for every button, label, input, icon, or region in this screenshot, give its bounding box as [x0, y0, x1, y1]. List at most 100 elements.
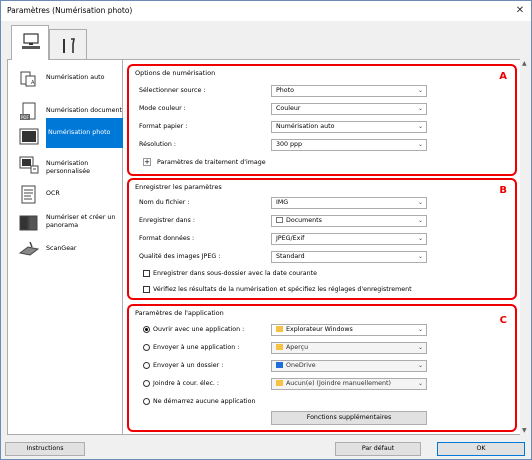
paper-size-select[interactable]: Numérisation auto ⌄	[271, 121, 427, 133]
source-value: Photo	[276, 87, 294, 94]
scangear-icon	[18, 241, 40, 256]
sidebar-item-ocr[interactable]: OCR	[12, 180, 122, 210]
data-format-value: JPEG/Exif	[276, 235, 305, 242]
attach-email-label: Joindre à cour. élec. :	[153, 380, 220, 387]
jpeg-quality-value: Standard	[276, 253, 305, 260]
svg-text:A: A	[31, 80, 35, 86]
save-in-select[interactable]: Documents ⌄	[271, 215, 427, 227]
chevron-down-icon: ⌄	[417, 87, 423, 94]
default-button[interactable]: Par défaut	[335, 442, 421, 456]
color-mode-label: Mode couleur :	[139, 105, 186, 112]
send-to-app-radio[interactable]	[143, 344, 150, 351]
scan-options-section: Options de numérisation A Sélectionner s…	[127, 64, 517, 176]
image-processing-settings-label[interactable]: Paramètres de traitement d'image	[157, 159, 266, 166]
file-name-label: Nom du fichier :	[139, 199, 190, 206]
preview-icon	[276, 344, 283, 350]
color-mode-select[interactable]: Couleur ⌄	[271, 103, 427, 115]
sidebar-item-label: Numérisation personnalisée	[46, 160, 90, 175]
tab-general-settings[interactable]	[49, 29, 87, 59]
section-badge: C	[499, 315, 507, 326]
documents-folder-icon	[276, 217, 283, 223]
chevron-down-icon: ⌄	[417, 123, 423, 130]
sidebar-item-custom-scan[interactable]: Numérisation personnalisée	[12, 150, 122, 180]
subfolder-checkbox[interactable]	[143, 270, 150, 277]
sidebar-item-scangear[interactable]: ScanGear	[12, 235, 122, 265]
send-to-app-value: Aperçu	[286, 344, 309, 351]
chevron-down-icon: ⌄	[417, 217, 423, 224]
mail-icon	[276, 380, 283, 386]
chevron-down-icon: ⌄	[417, 105, 423, 112]
chevron-down-icon: ⌄	[417, 380, 423, 387]
source-label: Sélectionner source :	[139, 87, 206, 94]
chevron-down-icon: ⌄	[417, 253, 423, 260]
application-settings-section: Paramètres de l'application C Ouvrir ave…	[127, 304, 517, 432]
chevron-down-icon: ⌄	[417, 362, 423, 369]
save-in-value: Documents	[286, 217, 322, 224]
settings-window: Paramètres (Numérisation photo) ✕ A Numé…	[0, 0, 532, 460]
photo-icon	[19, 128, 39, 145]
open-with-app-radio[interactable]	[143, 326, 150, 333]
send-to-folder-radio[interactable]	[143, 362, 150, 369]
source-select[interactable]: Photo ⌄	[271, 85, 427, 97]
attach-email-select[interactable]: Aucun(e) (Joindre manuellement) ⌄	[271, 378, 427, 390]
section-title: Options de numérisation	[135, 69, 216, 77]
panorama-icon	[19, 215, 38, 231]
ok-button[interactable]: OK	[437, 442, 525, 456]
title-bar: Paramètres (Numérisation photo) ✕	[1, 1, 531, 21]
tab-scan-settings[interactable]	[11, 25, 49, 60]
sidebar-item-label: Numérisation photo	[46, 118, 130, 148]
chevron-down-icon: ⌄	[417, 235, 423, 242]
scan-mode-list: A Numérisation auto PDF Numérisation doc…	[7, 59, 130, 435]
scroll-down-icon[interactable]: ▼	[522, 427, 527, 434]
attach-email-value: Aucun(e) (Joindre manuellement)	[286, 380, 391, 387]
custom-scan-icon	[19, 156, 39, 174]
save-settings-section: Enregistrer les paramètres B Nom du fich…	[127, 178, 517, 300]
tools-icon	[63, 38, 75, 53]
send-to-app-label: Envoyer à une application :	[153, 344, 240, 351]
send-to-folder-value: OneDrive	[286, 362, 316, 369]
data-format-select[interactable]: JPEG/Exif ⌄	[271, 233, 427, 245]
sidebar-item-label: ScanGear	[46, 245, 77, 252]
file-name-select[interactable]: IMG ⌄	[271, 197, 427, 209]
onedrive-icon	[276, 362, 283, 368]
section-title: Paramètres de l'application	[135, 309, 224, 317]
chevron-down-icon: ⌄	[417, 344, 423, 351]
section-title: Enregistrer les paramètres	[135, 183, 222, 191]
verify-results-checkbox[interactable]	[143, 286, 150, 293]
resolution-label: Résolution :	[139, 141, 177, 148]
attach-email-radio[interactable]	[143, 380, 150, 387]
settings-panel: Options de numérisation A Sélectionner s…	[123, 59, 521, 435]
resolution-select[interactable]: 300 ppp ⌄	[271, 139, 427, 151]
scroll-up-icon[interactable]: ▲	[522, 60, 527, 67]
paper-size-value: Numérisation auto	[276, 123, 335, 130]
send-to-folder-label: Envoyer à un dossier :	[153, 362, 224, 369]
sidebar-item-auto-scan[interactable]: A Numérisation auto	[12, 64, 122, 94]
sidebar-item-label: Numérisation document	[46, 107, 123, 114]
open-with-app-select[interactable]: Explorateur Windows ⌄	[271, 324, 427, 336]
send-to-folder-select[interactable]: OneDrive ⌄	[271, 360, 427, 372]
sidebar-item-photo-scan[interactable]: Numérisation photo	[12, 118, 130, 148]
expand-plus-icon[interactable]: +	[143, 158, 151, 166]
no-app-radio[interactable]	[143, 398, 150, 405]
jpeg-quality-label: Qualité des images JPEG :	[139, 253, 221, 260]
ocr-icon	[21, 185, 36, 204]
no-app-label: Ne démarrez aucune application	[153, 398, 256, 405]
resolution-value: 300 ppp	[276, 141, 303, 148]
instructions-button[interactable]: Instructions	[5, 442, 85, 456]
sidebar-item-label: Numérisation auto	[46, 74, 105, 81]
save-in-label: Enregistrer dans :	[139, 217, 195, 224]
close-icon[interactable]: ✕	[513, 5, 527, 17]
window-title: Paramètres (Numérisation photo)	[7, 6, 133, 15]
folder-icon	[276, 326, 283, 332]
jpeg-quality-select[interactable]: Standard ⌄	[271, 251, 427, 263]
chevron-down-icon: ⌄	[417, 199, 423, 206]
chevron-down-icon: ⌄	[417, 141, 423, 148]
additional-functions-button[interactable]: Fonctions supplémentaires	[271, 411, 427, 425]
sidebar-item-panorama[interactable]: Numériser et créer un panorama	[12, 208, 122, 238]
data-format-label: Format données :	[139, 235, 195, 242]
sidebar-item-label: Numériser et créer un panorama	[46, 214, 116, 229]
send-to-app-select[interactable]: Aperçu ⌄	[271, 342, 427, 354]
vertical-scrollbar[interactable]: ▲ ▼	[520, 59, 530, 435]
section-badge: B	[499, 185, 507, 196]
scanner-computer-icon	[22, 33, 40, 49]
